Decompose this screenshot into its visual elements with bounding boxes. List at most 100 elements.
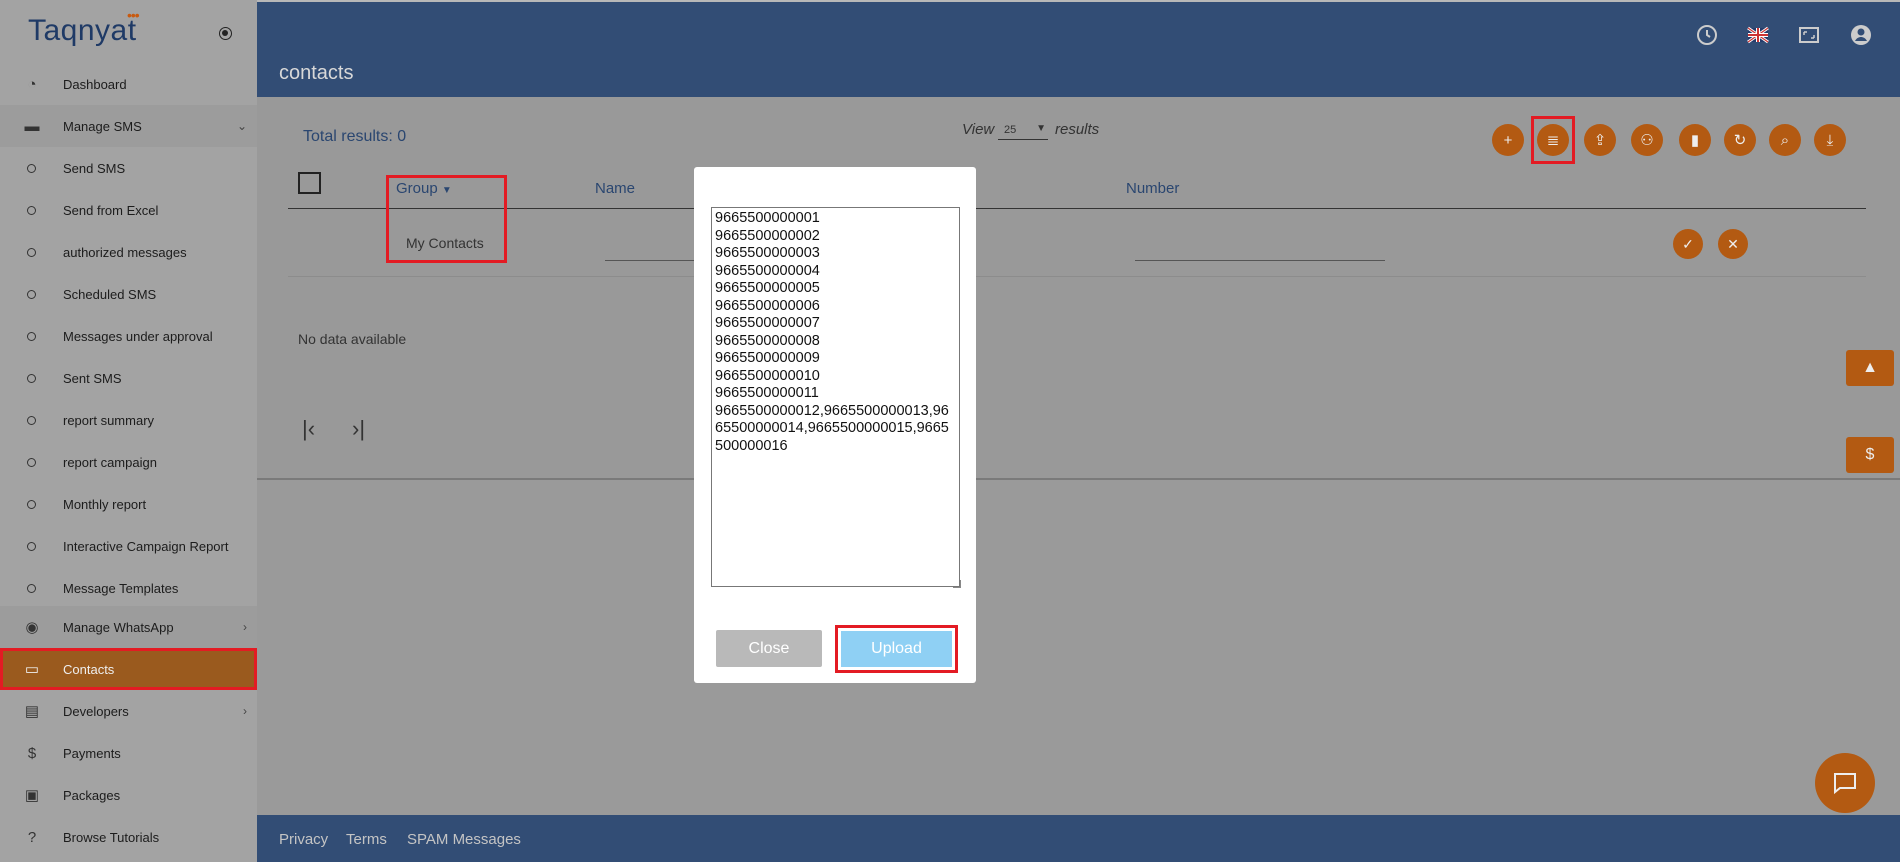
packages-icon: ▣	[24, 787, 40, 804]
sidebar-item-sent-sms[interactable]: Sent SMS	[0, 357, 257, 399]
numbers-textarea[interactable]: 9665500000001 9665500000002 966550000000…	[711, 207, 960, 587]
uk-flag-icon[interactable]	[1747, 24, 1769, 46]
sidebar-item-label: Monthly report	[63, 496, 147, 512]
page-size-value: 25	[1004, 123, 1017, 136]
search-icon: ⌕	[1780, 131, 1790, 149]
plus-icon: +	[1503, 131, 1513, 149]
account-icon[interactable]	[1850, 24, 1872, 46]
group-value: My Contacts	[406, 235, 484, 251]
sidebar-item-report-summary[interactable]: report summary	[0, 399, 257, 441]
sidebar-item-label: report summary	[63, 412, 155, 428]
sidebar-item-developers[interactable]: ▤ Developers ›	[0, 690, 257, 732]
sidebar-item-label: Browse Tutorials	[63, 829, 160, 845]
sidebar-item-payments[interactable]: $ Payments	[0, 732, 257, 774]
column-header-name[interactable]: Name	[595, 180, 635, 197]
circle-icon	[27, 205, 36, 215]
groups-button[interactable]: ⚇	[1631, 124, 1663, 156]
page-title: contacts	[279, 62, 354, 84]
select-all-checkbox[interactable]	[298, 172, 321, 194]
upload-icon: ⇪	[1593, 132, 1607, 149]
sidebar-toggle-icon[interactable]	[219, 27, 232, 40]
logo: Taqnyat	[28, 14, 137, 47]
panel-divider	[257, 478, 1900, 480]
delete-button[interactable]: ▮	[1679, 124, 1711, 156]
navigation-tab[interactable]: ▲	[1846, 350, 1894, 386]
chevron-right-icon: ›	[243, 620, 247, 634]
page-size-select[interactable]: 25 ▼	[998, 120, 1048, 140]
sidebar-item-send-sms[interactable]: Send SMS	[0, 147, 257, 189]
sidebar-item-interactive-campaign-report[interactable]: Interactive Campaign Report	[0, 525, 257, 567]
sidebar-item-dashboard[interactable]: ◔ Dashboard	[0, 63, 257, 105]
sidebar-item-scheduled-sms[interactable]: Scheduled SMS	[0, 273, 257, 315]
chat-icon	[1834, 773, 1856, 795]
add-contact-button[interactable]: +	[1492, 124, 1524, 156]
sidebar-item-label: Payments	[63, 745, 121, 761]
top-header: contacts	[257, 0, 1900, 97]
footer-link-privacy[interactable]: Privacy	[279, 831, 328, 848]
highlight-box	[1531, 116, 1575, 164]
sidebar-item-label: Packages	[63, 787, 121, 803]
footer: Privacy Terms SPAM Messages	[257, 815, 1900, 862]
balance-tab[interactable]: $	[1846, 437, 1894, 473]
sidebar-item-label: Developers	[63, 703, 129, 719]
fullscreen-icon[interactable]	[1798, 24, 1820, 46]
sidebar-item-send-from-excel[interactable]: Send from Excel	[0, 189, 257, 231]
history-clock-icon[interactable]	[1696, 24, 1718, 46]
sidebar-item-packages[interactable]: ▣ Packages	[0, 774, 257, 816]
dollar-icon: $	[27, 744, 37, 762]
sidebar-item-report-campaign[interactable]: report campaign	[0, 441, 257, 483]
resize-handle-icon[interactable]	[953, 580, 961, 588]
circle-icon	[27, 415, 36, 425]
column-header-number[interactable]: Number	[1126, 180, 1179, 197]
sidebar-item-label: authorized messages	[63, 244, 187, 260]
circle-icon	[27, 163, 36, 173]
sidebar-item-manage-whatsapp[interactable]: ◉ Manage WhatsApp ›	[0, 606, 257, 648]
cancel-button[interactable]: ✕	[1718, 229, 1748, 259]
circle-icon	[27, 541, 36, 551]
developers-icon: ▤	[24, 703, 40, 720]
sidebar-item-browse-tutorials[interactable]: ? Browse Tutorials	[0, 816, 257, 858]
help-icon: ?	[27, 828, 37, 846]
sidebar-item-contacts[interactable]: ▭ Contacts	[0, 648, 257, 690]
first-page-button[interactable]: |‹	[302, 416, 315, 442]
sidebar-item-label: Dashboard	[63, 76, 127, 92]
sidebar-item-messages-under-approval[interactable]: Messages under approval	[0, 315, 257, 357]
sidebar-item-label: Send SMS	[63, 160, 126, 176]
chevron-down-icon: ▼	[1036, 123, 1046, 134]
sidebar-item-label: Send from Excel	[63, 202, 159, 218]
row-divider	[288, 276, 1866, 277]
sidebar-item-label: Scheduled SMS	[63, 286, 157, 302]
upload-file-button[interactable]: ⇪	[1584, 124, 1616, 156]
last-page-button[interactable]: ›|	[352, 416, 365, 442]
highlight-box: Upload	[835, 625, 958, 673]
check-icon: ✓	[1682, 235, 1694, 252]
search-button[interactable]: ⌕	[1769, 124, 1801, 156]
bulk-numbers-modal: 9665500000001 9665500000002 966550000000…	[694, 167, 976, 683]
confirm-button[interactable]: ✓	[1673, 229, 1703, 259]
footer-link-terms[interactable]: Terms	[346, 831, 387, 848]
sidebar-item-label: Manage SMS	[63, 118, 142, 134]
chevron-down-icon: ⌄	[236, 119, 247, 133]
name-input[interactable]	[605, 260, 695, 261]
empty-state: No data available	[298, 331, 407, 347]
close-icon: ✕	[1727, 235, 1739, 252]
sidebar-item-manage-sms[interactable]: ▬ Manage SMS ⌄	[0, 105, 257, 147]
sidebar-item-label: Contacts	[63, 661, 115, 677]
sidebar-item-label: report campaign	[63, 454, 157, 470]
sidebar-item-monthly-report[interactable]: Monthly report	[0, 483, 257, 525]
sidebar-item-message-templates[interactable]: Message Templates	[0, 567, 257, 609]
chat-button[interactable]	[1815, 753, 1875, 813]
refresh-icon: ↻	[1733, 132, 1747, 149]
results-label: results	[1055, 121, 1100, 138]
upload-button[interactable]: Upload	[841, 631, 952, 667]
footer-link-spam[interactable]: SPAM Messages	[407, 831, 521, 848]
circle-icon	[27, 373, 36, 383]
header-underline	[288, 208, 1866, 209]
sidebar-item-authorized-messages[interactable]: authorized messages	[0, 231, 257, 273]
download-button[interactable]: ⤓	[1814, 124, 1846, 156]
refresh-button[interactable]: ↻	[1724, 124, 1756, 156]
sidebar: Taqnyat ••• ◔ Dashboard ▬ Manage SMS ⌄ S…	[0, 0, 257, 862]
close-button[interactable]: Close	[716, 630, 822, 667]
number-input[interactable]	[1135, 260, 1385, 261]
chevron-right-icon: ›	[243, 704, 247, 718]
